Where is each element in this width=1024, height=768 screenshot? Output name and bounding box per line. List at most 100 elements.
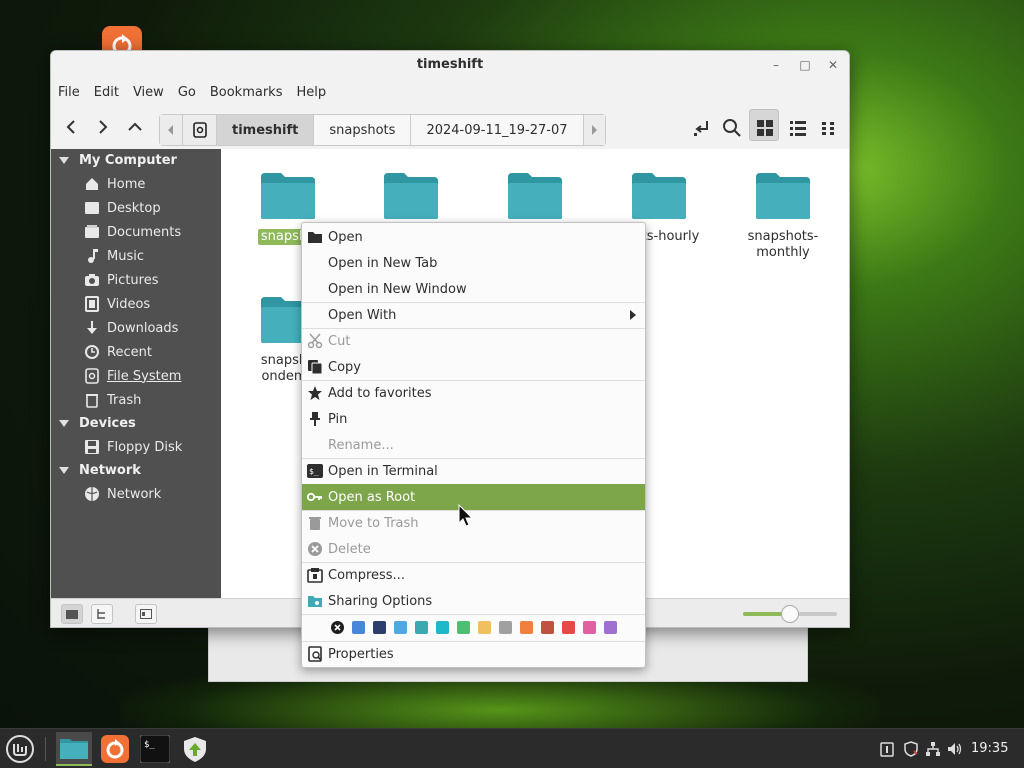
menu-item-open-in-terminal[interactable]: $_ Open in Terminal xyxy=(302,458,645,484)
clear-color-icon[interactable] xyxy=(331,621,344,634)
emblem-color-swatch[interactable] xyxy=(373,621,386,634)
clock[interactable]: 19:35 xyxy=(971,741,1008,756)
emblem-color-swatch[interactable] xyxy=(520,621,533,634)
sidebar-item-network[interactable]: Network xyxy=(51,482,221,506)
clipboard-tray-icon[interactable] xyxy=(879,741,895,757)
trash-icon xyxy=(84,392,100,408)
menu-item-compress[interactable]: Compress... xyxy=(302,562,645,588)
terminal-taskbar-icon[interactable]: $_ xyxy=(137,732,173,766)
scissors-icon xyxy=(307,333,323,349)
expander-icon[interactable] xyxy=(59,467,69,474)
zoom-slider[interactable] xyxy=(743,605,837,623)
menu-item-cut[interactable]: Cut xyxy=(302,328,645,354)
menu-file[interactable]: File xyxy=(58,85,80,100)
menu-item-add-to-favorites[interactable]: Add to favorites xyxy=(302,380,645,406)
volume-tray-icon[interactable] xyxy=(947,741,963,757)
submenu-arrow-icon xyxy=(630,310,636,320)
path-right-icon[interactable] xyxy=(582,115,605,145)
emblem-color-swatch[interactable] xyxy=(415,621,428,634)
menu-view[interactable]: View xyxy=(133,85,164,100)
forward-icon[interactable] xyxy=(91,115,115,139)
window-title: timeshift xyxy=(416,57,484,72)
list-view-icon[interactable] xyxy=(787,117,809,139)
files-taskbar-icon[interactable] xyxy=(56,732,92,766)
menu-item-open-new-tab[interactable]: Open in New Tab xyxy=(302,250,645,276)
emblem-color-swatch[interactable] xyxy=(562,621,575,634)
drive-icon[interactable] xyxy=(182,115,216,145)
up-icon[interactable] xyxy=(123,115,147,139)
location-toggle-icon[interactable] xyxy=(691,117,713,139)
sidebar-item-home[interactable]: Home xyxy=(51,172,221,196)
emblem-color-swatch[interactable] xyxy=(478,621,491,634)
properties-icon xyxy=(307,646,323,662)
start-menu-icon[interactable] xyxy=(2,732,38,766)
menu-item-open-with[interactable]: Open With xyxy=(302,302,645,328)
sidebar-item-floppy-disk[interactable]: Floppy Disk xyxy=(51,435,221,459)
path-segment-snapshots[interactable]: snapshots xyxy=(313,115,411,145)
expander-icon[interactable] xyxy=(59,157,69,164)
menu-item-open[interactable]: Open xyxy=(302,224,645,250)
emblem-color-swatch[interactable] xyxy=(436,621,449,634)
sidebar-section-network[interactable]: Network xyxy=(51,459,221,482)
sidebar-item-trash[interactable]: Trash xyxy=(51,388,221,412)
path-segment-date[interactable]: 2024-09-11_19-27-07 xyxy=(410,115,583,145)
folder-item[interactable] xyxy=(361,171,461,221)
compact-view-icon[interactable] xyxy=(818,117,840,139)
maximize-button[interactable]: □ xyxy=(796,56,814,74)
recent-icon xyxy=(84,344,100,360)
network-tray-icon[interactable] xyxy=(925,741,941,757)
sidebar-section-devices[interactable]: Devices xyxy=(51,412,221,435)
minimize-button[interactable]: – xyxy=(767,56,785,74)
sidebar-item-pictures[interactable]: Pictures xyxy=(51,268,221,292)
path-segment-timeshift[interactable]: timeshift xyxy=(216,115,314,145)
menu-item-sharing-options[interactable]: Sharing Options xyxy=(302,588,645,614)
trash-icon xyxy=(307,515,323,531)
menu-help[interactable]: Help xyxy=(296,85,326,100)
expander-icon[interactable] xyxy=(59,420,69,427)
places-toggle-icon[interactable] xyxy=(61,604,83,624)
emblem-color-swatch[interactable] xyxy=(352,621,365,634)
menu-item-pin[interactable]: Pin xyxy=(302,406,645,432)
folder-item[interactable]: snapshots- monthly xyxy=(733,171,833,261)
sidebar-item-desktop[interactable]: Desktop xyxy=(51,196,221,220)
folder-icon xyxy=(506,171,564,221)
icon-view-icon[interactable] xyxy=(754,117,776,139)
zoom-slider-handle[interactable] xyxy=(781,605,799,623)
menu-item-copy[interactable]: Copy xyxy=(302,354,645,380)
menu-go[interactable]: Go xyxy=(178,85,196,100)
emblem-color-swatch[interactable] xyxy=(541,621,554,634)
update-manager-taskbar-icon[interactable] xyxy=(177,732,213,766)
menu-item-delete[interactable]: Delete xyxy=(302,536,645,562)
sidebar-item-recent[interactable]: Recent xyxy=(51,340,221,364)
emblem-color-swatch[interactable] xyxy=(394,621,407,634)
sidebar-toggle-icon[interactable] xyxy=(135,604,157,624)
menu-item-properties[interactable]: Properties xyxy=(302,641,645,667)
menu-bookmarks[interactable]: Bookmarks xyxy=(210,85,283,100)
search-icon[interactable] xyxy=(721,117,743,139)
music-icon xyxy=(84,248,100,264)
sidebar-item-downloads[interactable]: Downloads xyxy=(51,316,221,340)
emblem-color-swatch[interactable] xyxy=(499,621,512,634)
path-left-icon[interactable] xyxy=(160,115,182,145)
menu-item-rename[interactable]: Rename... xyxy=(302,432,645,458)
tree-toggle-icon[interactable] xyxy=(91,604,113,624)
close-button[interactable]: ✕ xyxy=(824,56,842,74)
shield-tray-icon[interactable] xyxy=(903,741,919,757)
sidebar: My Computer Home Desktop Documents Music… xyxy=(51,149,221,598)
menu-item-open-new-window[interactable]: Open in New Window xyxy=(302,276,645,302)
mouse-cursor-icon xyxy=(458,504,474,527)
back-icon[interactable] xyxy=(59,115,83,139)
downloads-icon xyxy=(84,320,100,336)
toolbar: timeshift snapshots 2024-09-11_19-27-07 xyxy=(51,105,849,149)
emblem-color-swatch[interactable] xyxy=(583,621,596,634)
sidebar-item-videos[interactable]: Videos xyxy=(51,292,221,316)
timeshift-taskbar-icon[interactable] xyxy=(97,732,133,766)
emblem-color-swatch[interactable] xyxy=(457,621,470,634)
sidebar-item-file-system[interactable]: File System xyxy=(51,364,221,388)
sidebar-item-music[interactable]: Music xyxy=(51,244,221,268)
sidebar-section-my-computer[interactable]: My Computer xyxy=(51,149,221,172)
sidebar-item-documents[interactable]: Documents xyxy=(51,220,221,244)
menu-edit[interactable]: Edit xyxy=(94,85,119,100)
emblem-color-swatch[interactable] xyxy=(604,621,617,634)
folder-item[interactable] xyxy=(485,171,585,221)
